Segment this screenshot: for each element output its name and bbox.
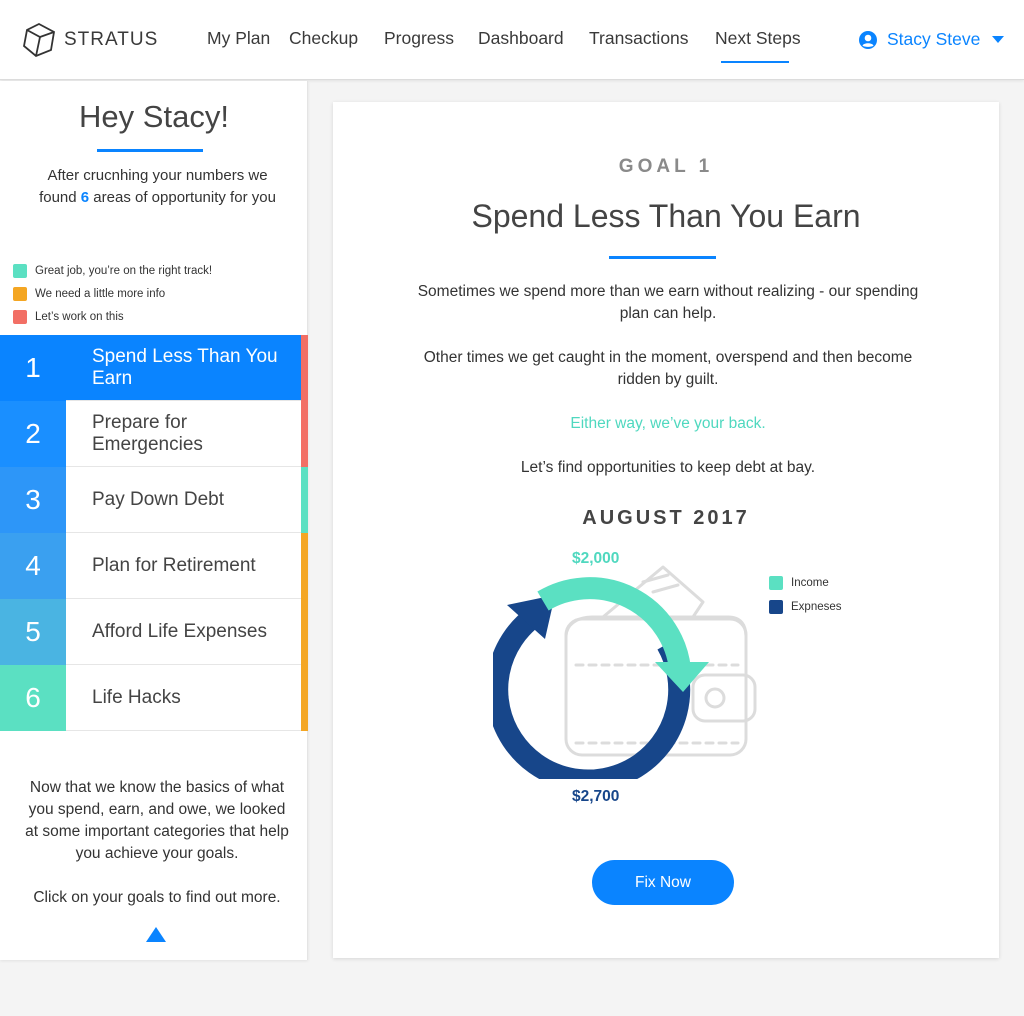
goal-label: Pay Down Debt xyxy=(92,489,225,510)
goal-item-1[interactable]: 1 Spend Less Than You Earn xyxy=(0,335,308,401)
user-avatar-icon xyxy=(859,30,877,49)
intro-text-end: areas of opportunity for you xyxy=(89,189,276,206)
goal-status-bar xyxy=(301,665,308,731)
user-name: Stacy Steve xyxy=(887,29,981,49)
description-paragraph: Let’s find opportunities to keep debt at… xyxy=(520,459,816,476)
goal-label: Prepare for Emergencies xyxy=(92,412,203,455)
goal-status-bar xyxy=(301,467,308,533)
user-menu[interactable]: Stacy Steve xyxy=(858,29,1005,50)
legend-item-work-on: Let’s work on this xyxy=(13,305,212,328)
greeting-heading: Hey Stacy! xyxy=(79,99,229,134)
goal-kicker: GOAL 1 xyxy=(618,156,714,177)
legend-label: Let’s work on this xyxy=(35,310,124,323)
legend-swatch-income xyxy=(769,576,783,590)
goal-number: 2 xyxy=(0,401,66,467)
scroll-up-icon[interactable] xyxy=(146,927,166,942)
reassurance-text: Either way, we’ve your back. xyxy=(570,415,766,432)
goals-sidebar: Hey Stacy! After crucnhing your numbers … xyxy=(0,81,308,960)
sidebar-outro: Now that we know the basics of what you … xyxy=(22,777,292,909)
goal-number: 6 xyxy=(0,665,66,731)
description-paragraph: Sometimes we spend more than we earn wit… xyxy=(417,283,919,322)
nav-item-next-steps[interactable]: Next Steps xyxy=(715,28,801,49)
goal-item-3[interactable]: 3 Pay Down Debt xyxy=(0,467,308,533)
fix-now-button[interactable]: Fix Now xyxy=(592,860,734,905)
legend-item-more-info: We need a little more info xyxy=(13,282,212,305)
goal-detail-card: GOAL 1 Spend Less Than You Earn Sometime… xyxy=(333,102,999,958)
legend-swatch-green xyxy=(13,263,27,278)
outro-hint: Click on your goals to find out more. xyxy=(33,889,281,906)
status-legend: Great job, you’re on the right track! We… xyxy=(13,259,212,328)
income-arc xyxy=(537,577,691,671)
income-expense-cycle-graphic xyxy=(493,565,757,779)
goal-status-bar xyxy=(301,401,308,467)
goal-title: Spend Less Than You Earn xyxy=(471,198,861,234)
goal-list: 1 Spend Less Than You Earn 2 Prepare for… xyxy=(0,335,308,731)
goal-item-2[interactable]: 2 Prepare for Emergencies xyxy=(0,401,308,467)
legend-swatch-expenses xyxy=(769,600,783,614)
legend-item-income: Income xyxy=(769,571,842,595)
goal-label: Afford Life Expenses xyxy=(92,621,267,642)
legend-swatch-red xyxy=(13,309,27,324)
goal-status-bar xyxy=(301,533,308,599)
goal-number: 3 xyxy=(0,467,66,533)
goal-number: 5 xyxy=(0,599,66,665)
legend-label: Expneses xyxy=(791,601,842,613)
active-nav-indicator xyxy=(721,61,789,63)
brand-name: STRATUS xyxy=(64,29,159,50)
legend-swatch-orange xyxy=(13,286,27,301)
goal-status-bar xyxy=(301,599,308,665)
title-underline xyxy=(609,256,716,259)
period-label: AUGUST 2017 xyxy=(582,507,750,529)
description-paragraph: Other times we get caught in the moment,… xyxy=(423,349,913,388)
goal-label: Spend Less Than You Earn xyxy=(92,346,278,389)
nav-item-my-plan[interactable]: My Plan xyxy=(207,28,270,49)
greeting-underline xyxy=(97,149,203,152)
nav-item-dashboard[interactable]: Dashboard xyxy=(478,28,564,49)
intro-text: After crucnhing your numbers we found 6 … xyxy=(30,165,285,209)
stratus-logo[interactable]: STRATUS xyxy=(22,22,158,58)
legend-item-expenses: Expneses xyxy=(769,595,842,619)
goal-status-bar xyxy=(301,335,308,401)
goal-item-5[interactable]: 5 Afford Life Expenses xyxy=(0,599,308,665)
nav-item-checkup[interactable]: Checkup xyxy=(289,28,358,49)
goal-label: Life Hacks xyxy=(92,687,181,708)
legend-label: Income xyxy=(791,577,829,589)
goal-number: 1 xyxy=(0,335,66,401)
legend-item-on-track: Great job, you’re on the right track! xyxy=(13,259,212,282)
goal-label: Plan for Retirement xyxy=(92,555,256,576)
legend-label: Great job, you’re on the right track! xyxy=(35,264,213,277)
opportunity-count: 6 xyxy=(80,189,90,206)
cycle-legend: Income Expneses xyxy=(769,571,842,619)
top-navigation-bar: STRATUS My Plan Checkup Progress Dashboa… xyxy=(0,0,1024,80)
nav-item-transactions[interactable]: Transactions xyxy=(589,28,689,49)
legend-label: We need a little more info xyxy=(35,287,166,300)
goal-number: 4 xyxy=(0,533,66,599)
cube-logo-icon xyxy=(23,22,55,58)
goal-item-4[interactable]: 4 Plan for Retirement xyxy=(0,533,308,599)
chevron-down-icon xyxy=(992,36,1005,43)
outro-text: Now that we know the basics of what you … xyxy=(25,779,289,862)
nav-item-progress[interactable]: Progress xyxy=(384,28,454,49)
goal-item-6[interactable]: 6 Life Hacks xyxy=(0,665,308,731)
expense-amount: $2,700 xyxy=(572,788,620,805)
